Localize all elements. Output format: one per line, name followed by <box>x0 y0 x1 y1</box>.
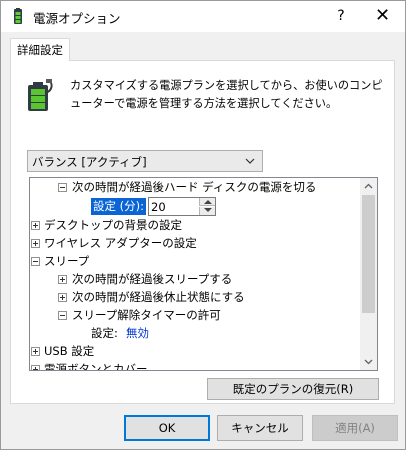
setting-label: 設定: <box>91 326 118 340</box>
description-text: カスタマイズする電源プランを選択してから、お使いのコンピューターで電源を管理する… <box>70 79 383 110</box>
tab-advanced-settings[interactable]: 詳細設定 <box>10 38 70 61</box>
power-options-icon <box>14 8 22 24</box>
scroll-up-button[interactable] <box>360 178 377 195</box>
help-button[interactable]: ? <box>322 1 360 32</box>
collapse-icon[interactable] <box>58 183 67 192</box>
setting-label: 設定 (分): <box>91 198 147 215</box>
collapse-icon[interactable] <box>58 311 67 320</box>
expand-icon[interactable] <box>31 239 40 248</box>
scroll-thumb[interactable] <box>362 195 375 313</box>
arrow-down-icon <box>204 208 212 212</box>
scroll-down-button[interactable] <box>360 353 377 370</box>
restore-default-plan-button[interactable]: 既定のプランの復元(R) <box>207 378 379 400</box>
tree-setting-hard-disk-minutes: 設定 (分): <box>30 197 230 216</box>
apply-button[interactable]: 適用(A) <box>312 415 398 441</box>
minutes-input[interactable] <box>151 199 197 214</box>
expand-icon[interactable] <box>31 347 40 356</box>
expand-icon[interactable] <box>58 293 67 302</box>
tree-item-label: 電源ボタンとカバー <box>44 362 148 371</box>
arrow-up-icon <box>204 200 212 204</box>
chevron-down-icon <box>364 359 373 365</box>
tree-item-label: 次の時間が経過後ハード ディスクの電源を切る <box>72 180 317 194</box>
tree-item-label: ワイヤレス アダプターの設定 <box>44 236 197 250</box>
title-bar[interactable]: 電源オプション ? ✕ <box>1 1 405 32</box>
expand-icon[interactable] <box>31 221 40 230</box>
minutes-spinbox[interactable] <box>148 197 216 216</box>
setting-value[interactable]: 無効 <box>126 324 149 342</box>
spin-up-button[interactable] <box>199 198 215 206</box>
tree-item-label: USB 設定 <box>44 344 95 358</box>
tree-item-label: スリープ解除タイマーの許可 <box>72 308 221 322</box>
power-plan-dropdown[interactable]: バランス [アクティブ] <box>27 150 263 172</box>
tree-item-label: スリープ <box>44 254 90 268</box>
ok-button[interactable]: OK <box>124 415 210 441</box>
expand-icon[interactable] <box>58 275 67 284</box>
spin-down-button[interactable] <box>199 207 215 215</box>
advanced-settings-panel: カスタマイズする電源プランを選択してから、お使いのコンピューターで電源を管理する… <box>10 60 395 404</box>
chevron-up-icon <box>364 183 373 189</box>
chevron-down-icon <box>245 158 255 164</box>
collapse-icon[interactable] <box>31 257 40 266</box>
power-plan-value: バランス [アクティブ] <box>32 155 147 169</box>
tree-scrollbar[interactable] <box>360 178 377 370</box>
battery-plug-icon <box>28 79 53 111</box>
cancel-button[interactable]: キャンセル <box>217 415 303 441</box>
expand-icon[interactable] <box>31 365 40 370</box>
power-options-dialog: 電源オプション ? ✕ 詳細設定 カスタマイズする電源プランを選択してから、お使… <box>0 0 406 450</box>
settings-tree[interactable]: 次の時間が経過後ハード ディスクの電源を切る 設定 (分): デスクトップの背景… <box>29 177 378 371</box>
tree-item-label: デスクトップの背景の設定 <box>44 218 182 232</box>
tree-item-label: 次の時間が経過後休止状態にする <box>72 290 245 304</box>
tree-item-label: 次の時間が経過後スリープする <box>72 272 233 286</box>
close-button[interactable]: ✕ <box>360 1 405 32</box>
window-title: 電源オプション <box>33 11 121 26</box>
